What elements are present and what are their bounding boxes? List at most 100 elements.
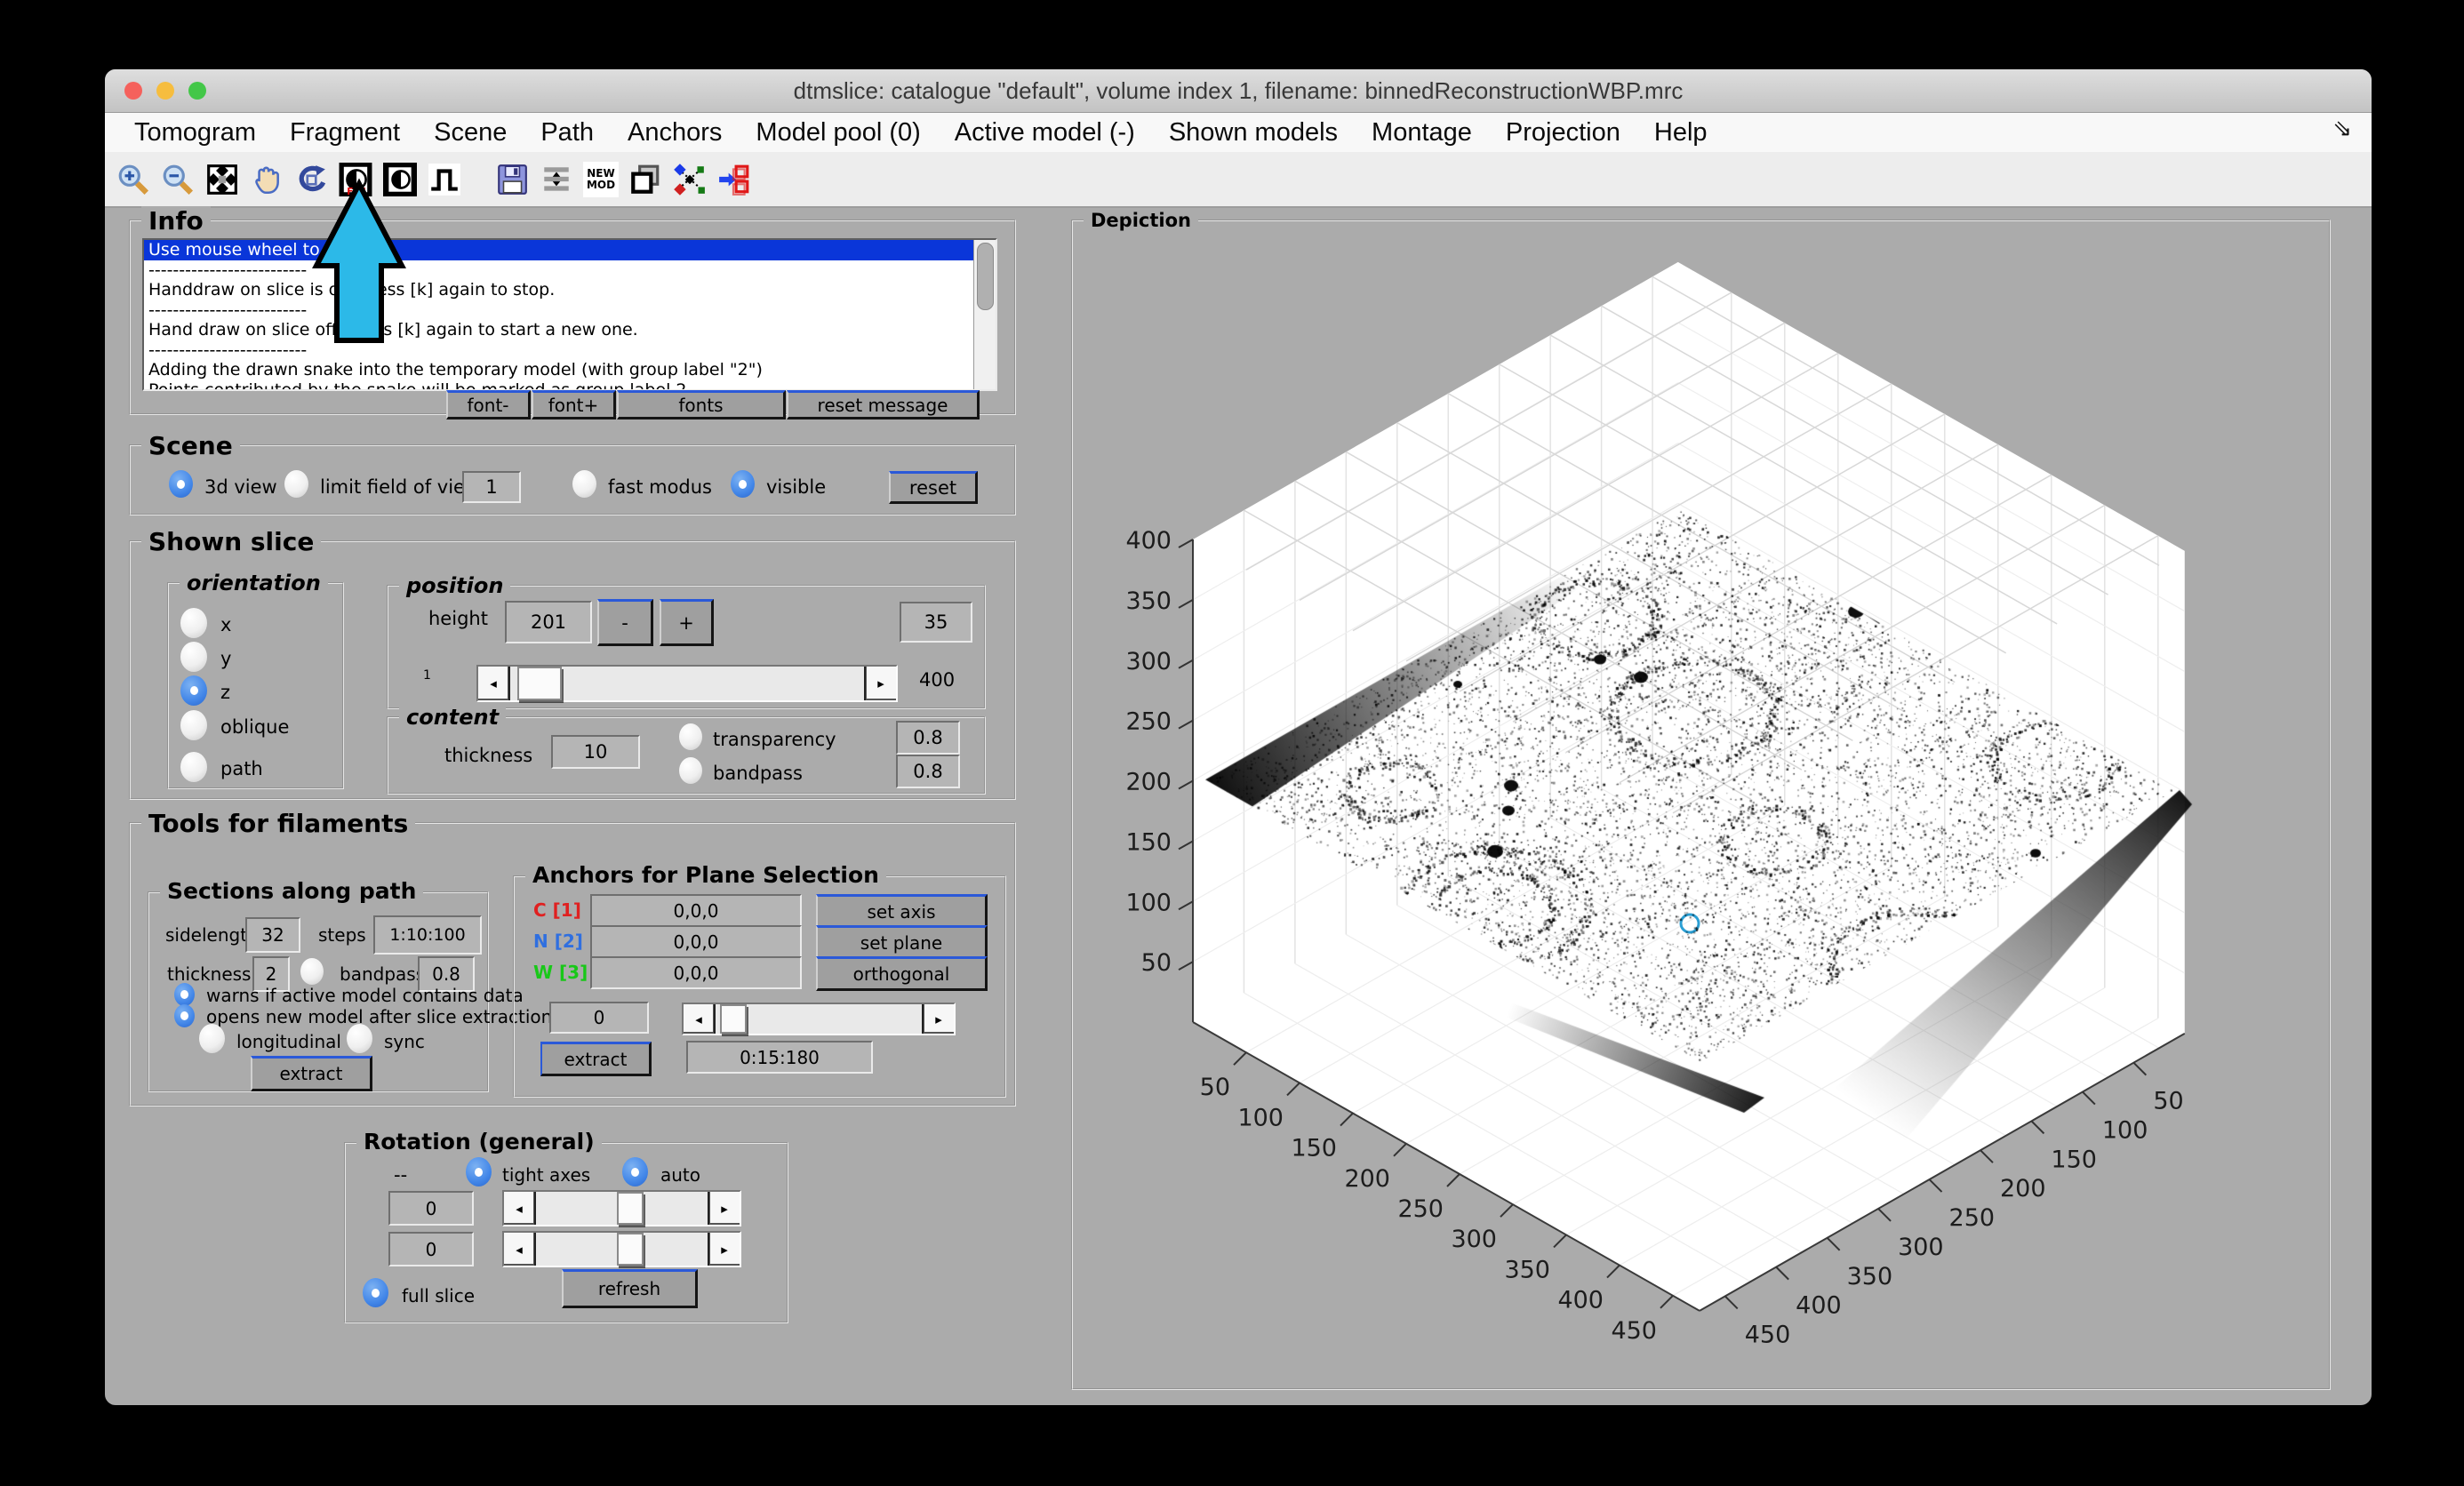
font-minus-button[interactable]: font- xyxy=(446,390,531,419)
expand-icon[interactable] xyxy=(204,162,240,197)
slider-thumb[interactable] xyxy=(617,1192,644,1225)
rotation-slider-2[interactable]: ◂ ▸ xyxy=(502,1231,741,1267)
info-message-row[interactable]: -------------------------- xyxy=(144,300,974,321)
warns-radio[interactable] xyxy=(174,983,195,1006)
menu-item-active-model-[interactable]: Active model (-) xyxy=(938,118,1152,148)
rotation-value1-field[interactable]: 0 xyxy=(388,1191,474,1226)
anchor-field-2[interactable]: 0,0,0 xyxy=(590,925,802,958)
slider-right-arrow[interactable]: ▸ xyxy=(708,1233,740,1266)
slider-track[interactable] xyxy=(536,1233,708,1266)
info-message-row[interactable]: Adding the drawn snake into the temporar… xyxy=(144,360,974,380)
info-message-row[interactable]: Hand draw on slice off. Press [k] again … xyxy=(144,320,974,340)
anchor-angle-slider[interactable]: ◂ ▸ xyxy=(682,1003,956,1035)
anchor-field-3[interactable]: 0,0,0 xyxy=(590,956,802,989)
zoom-in-icon[interactable] xyxy=(116,162,151,197)
anchor-angle-field[interactable]: 0 xyxy=(549,1002,649,1034)
rotation-value2-field[interactable]: 0 xyxy=(388,1232,474,1266)
menu-item-projection[interactable]: Projection xyxy=(1489,118,1637,148)
info-message-row[interactable]: -------------------------- xyxy=(144,260,974,281)
zoom-out-icon[interactable] xyxy=(160,162,196,197)
slider-right-arrow[interactable]: ▸ xyxy=(708,1192,740,1225)
slider-track[interactable] xyxy=(536,1192,708,1225)
anchors-extract-button[interactable]: extract xyxy=(540,1042,652,1076)
info-listbox[interactable]: Use mouse wheel to scroll---------------… xyxy=(142,238,997,391)
slice-contrast-full-icon[interactable]: Full xyxy=(338,162,373,197)
menu-item-anchors[interactable]: Anchors xyxy=(611,118,739,148)
slider-track[interactable] xyxy=(716,1004,922,1034)
scene-fast-radio[interactable] xyxy=(572,470,596,498)
stack-adjust-icon[interactable] xyxy=(539,162,574,197)
thickness-field[interactable]: 10 xyxy=(551,735,640,769)
menu-item-path[interactable]: Path xyxy=(524,118,611,148)
scene-limit-field[interactable]: 1 xyxy=(462,471,521,503)
slider-left-arrow[interactable]: ◂ xyxy=(504,1233,536,1266)
transparency-field[interactable]: 0.8 xyxy=(896,721,960,755)
step-field[interactable]: 35 xyxy=(900,602,972,643)
menu-item-tomogram[interactable]: Tomogram xyxy=(117,118,273,148)
orientation-radio-z[interactable] xyxy=(180,675,207,706)
sections-bandpass-radio[interactable] xyxy=(300,958,324,985)
opens-radio[interactable] xyxy=(174,1004,195,1027)
info-message-row[interactable]: -------------------------- xyxy=(144,340,974,361)
slider-thumb[interactable] xyxy=(617,1233,644,1266)
font-plus-button[interactable]: font+ xyxy=(532,390,616,419)
new-model-icon[interactable]: NEW MOD xyxy=(583,162,619,197)
scene-reset-button[interactable]: reset xyxy=(889,471,978,504)
pulse-icon[interactable] xyxy=(427,162,462,197)
fonts-button[interactable]: fonts xyxy=(617,390,786,419)
orientation-radio-path[interactable] xyxy=(180,752,207,782)
slider-left-arrow[interactable]: ◂ xyxy=(684,1004,716,1034)
menu-item-scene[interactable]: Scene xyxy=(417,118,524,148)
bandpass-field[interactable]: 0.8 xyxy=(896,755,960,788)
longitudinal-radio[interactable] xyxy=(199,1024,225,1053)
slider-track[interactable] xyxy=(510,667,864,700)
menu-item-montage[interactable]: Montage xyxy=(1355,118,1489,148)
pan-hand-icon[interactable] xyxy=(249,162,284,197)
sync-radio[interactable] xyxy=(347,1024,372,1053)
rotation-slider-1[interactable]: ◂ ▸ xyxy=(502,1190,741,1226)
menu-item-fragment[interactable]: Fragment xyxy=(273,118,417,148)
sections-extract-button[interactable]: extract xyxy=(251,1056,372,1091)
auto-radio[interactable] xyxy=(622,1157,648,1186)
set-axis-button[interactable]: set axis xyxy=(816,894,988,929)
slice-contrast-icon[interactable] xyxy=(382,162,418,197)
info-scrollbar-thumb[interactable] xyxy=(977,243,994,310)
slider-right-arrow[interactable]: ▸ xyxy=(864,667,896,700)
menu-item-help[interactable]: Help xyxy=(1637,118,1724,148)
orientation-radio-y[interactable] xyxy=(180,642,207,672)
anchor-points-icon[interactable] xyxy=(672,162,708,197)
menu-item-model-pool-0-[interactable]: Model pool (0) xyxy=(739,118,937,148)
full-slice-radio[interactable] xyxy=(363,1278,388,1307)
rotate-3d-icon[interactable] xyxy=(293,162,329,197)
info-message-row[interactable]: Use mouse wheel to scroll xyxy=(144,240,974,260)
set-plane-button[interactable]: set plane xyxy=(816,925,988,960)
copy-object-icon[interactable] xyxy=(628,162,663,197)
steps-field[interactable]: 1:10:100 xyxy=(373,915,482,955)
scene-limit-radio[interactable] xyxy=(284,470,308,498)
scene-visible-radio[interactable] xyxy=(731,470,755,498)
orientation-radio-oblique[interactable] xyxy=(180,710,207,740)
menu-overflow-icon[interactable]: ⇘ xyxy=(2332,115,2352,142)
slider-left-arrow[interactable]: ◂ xyxy=(478,667,510,700)
sidelength-field[interactable]: 32 xyxy=(245,917,300,953)
anchor-range-field[interactable]: 0:15:180 xyxy=(686,1041,873,1074)
anchor-field-1[interactable]: 0,0,0 xyxy=(590,894,802,927)
height-minus-button[interactable]: - xyxy=(597,599,653,646)
height-field[interactable]: 201 xyxy=(505,601,592,643)
info-scrollbar[interactable] xyxy=(973,240,996,389)
scene-3d-view-radio[interactable] xyxy=(169,470,193,498)
slider-left-arrow[interactable]: ◂ xyxy=(504,1192,536,1225)
reset-message-button[interactable]: reset message xyxy=(787,390,980,419)
menu-item-shown-models[interactable]: Shown models xyxy=(1152,118,1355,148)
export-model-icon[interactable] xyxy=(716,162,752,197)
slider-right-arrow[interactable]: ▸ xyxy=(922,1004,954,1034)
height-plus-button[interactable]: + xyxy=(660,599,714,646)
height-slider[interactable]: ◂ ▸ xyxy=(476,665,898,702)
transparency-radio[interactable] xyxy=(679,723,702,750)
slider-thumb[interactable] xyxy=(720,1004,747,1034)
info-message-row[interactable]: Handdraw on slice is on. Press [k] again… xyxy=(144,280,974,300)
slider-thumb[interactable] xyxy=(517,667,562,700)
bandpass-radio[interactable] xyxy=(679,757,702,784)
tight-axes-radio[interactable] xyxy=(466,1157,492,1186)
orthogonal-button[interactable]: orthogonal xyxy=(816,956,988,991)
